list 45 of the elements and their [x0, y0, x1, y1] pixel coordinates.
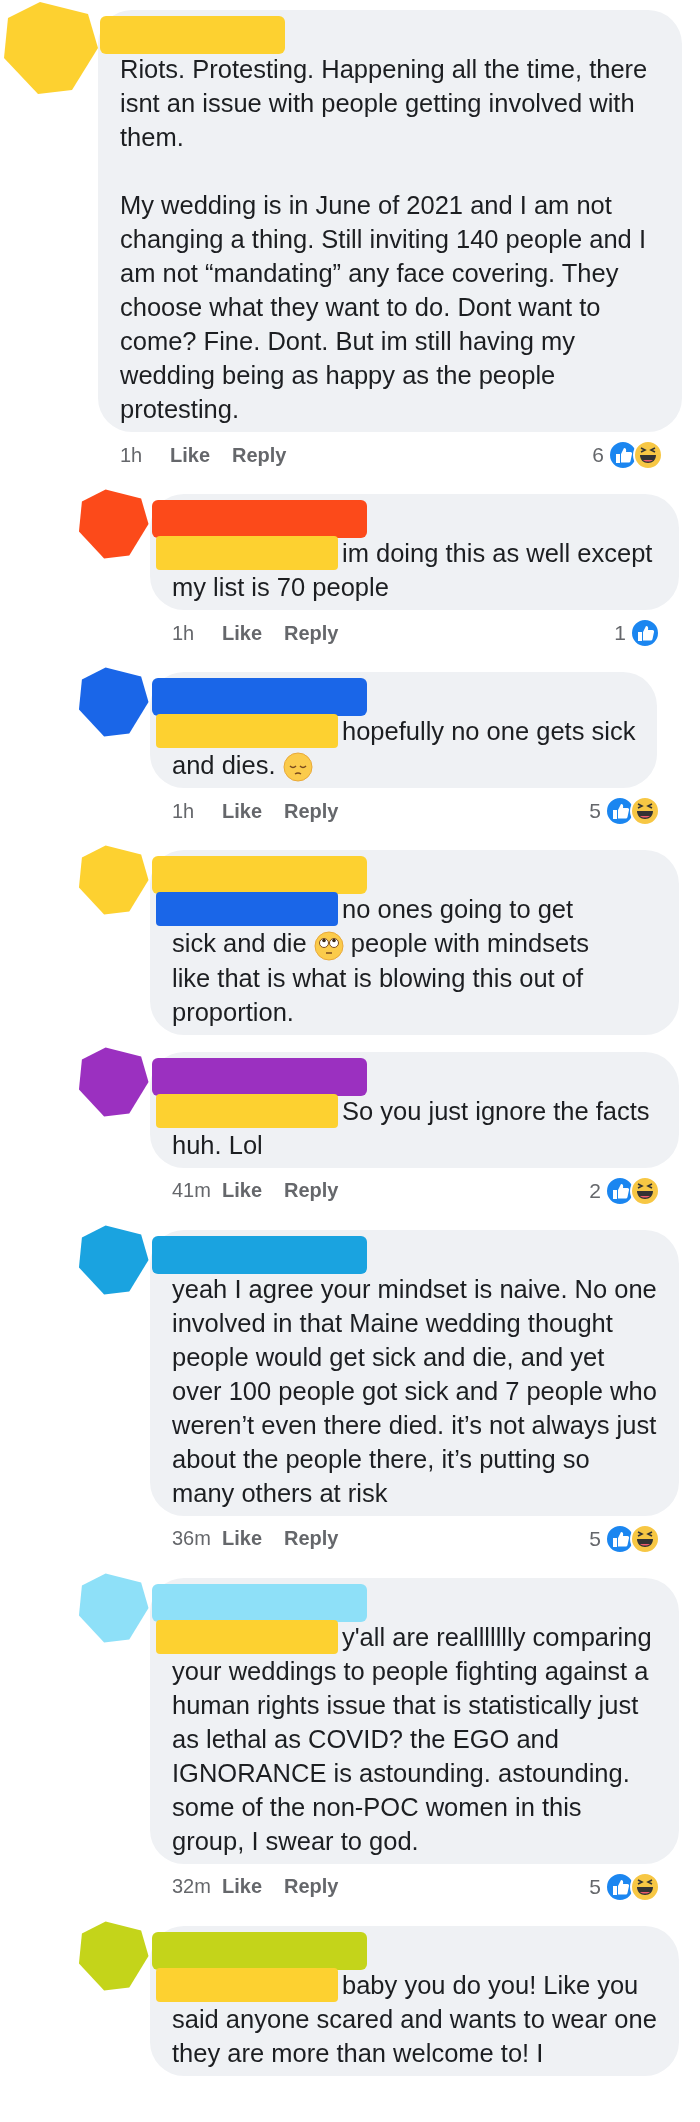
reaction-count: 1 [614, 621, 626, 645]
laughing-face-icon [630, 1175, 660, 1206]
timestamp: 1h [172, 799, 196, 823]
reaction-count: 5 [589, 1874, 601, 1899]
comment-text: My wedding is in June of 2021 and I am not changing a thing. Still inviting 140 people and I am not “mandating” any face covering. They choose what they want to do. Dont want to come? Fine. Dont. But im still having my wedding being as happy as the people protesting. [120, 191, 646, 423]
like-link[interactable]: Like [222, 621, 263, 645]
timestamp: 41m [172, 1179, 212, 1203]
comment-text: no ones going to get [342, 895, 574, 924]
reply-link[interactable]: Reply [284, 1527, 339, 1551]
reply-link[interactable]: Reply [284, 1875, 339, 1899]
reply-link[interactable]: Reply [284, 621, 339, 645]
reply-link[interactable]: Reply [284, 799, 339, 823]
comment-text: Riots. Protesting. Happening all the time, there isnt an issue with people getting involved with them. [120, 55, 648, 151]
comment-text: im doing this as well except my list is 70 people [172, 539, 653, 601]
reaction-count: 6 [592, 443, 604, 467]
timestamp: 1h [120, 443, 144, 467]
comment-text: hopefully no one gets sick [342, 717, 636, 745]
reply-link[interactable]: Reply [232, 443, 287, 467]
laughing-face-icon [633, 440, 663, 470]
sad-face-icon [282, 752, 313, 783]
like-link[interactable]: Like [222, 1527, 263, 1551]
reaction-count: 5 [589, 1526, 601, 1551]
like-link[interactable]: Like [222, 1179, 263, 1203]
reaction-count: 2 [589, 1178, 601, 1203]
thumbs-up-icon [630, 618, 660, 648]
laughing-face-icon [630, 796, 660, 827]
eye-roll-face-icon [313, 930, 344, 961]
timestamp: 1h [172, 621, 196, 645]
comment-text: like that is what is blowing this out of proportion. [172, 963, 584, 1026]
comment-text: So you just ignore the facts huh. Lol [172, 1096, 650, 1159]
comment-text: sick and die [172, 929, 308, 958]
like-link[interactable]: Like [170, 443, 211, 467]
like-link[interactable]: Like [222, 799, 263, 823]
timestamp: 36m [172, 1527, 212, 1551]
comment-text: yeah I agree your mindset is naive. No one involved in that Maine wedding thought people would get sick and die, and yet over 100 people got sick and 7 people who weren’t even there died. it’s not always just about the people there, it’s putting so many others at risk [172, 1274, 657, 1507]
reaction-count: 5 [589, 799, 601, 824]
comment-text: y'all are reallllllly comparing your weddings to people fighting against a human rights issue that is statistically just as lethal as COVID? the EGO and IGNORANCE is astounding. astounding. some of the non-POC women in this group, I swear to god. [172, 1622, 652, 1855]
comment-text: and dies. [172, 751, 277, 779]
like-link[interactable]: Like [222, 1875, 263, 1899]
laughing-face-icon [630, 1871, 660, 1902]
laughing-face-icon [630, 1523, 660, 1554]
reply-link[interactable]: Reply [284, 1179, 339, 1203]
comment-text: people with mindsets [349, 929, 589, 958]
timestamp: 32m [172, 1875, 212, 1899]
comment-text: baby you do you! Like you said anyone scared and wants to wear one they are more than welcome to! I [172, 1970, 657, 2067]
